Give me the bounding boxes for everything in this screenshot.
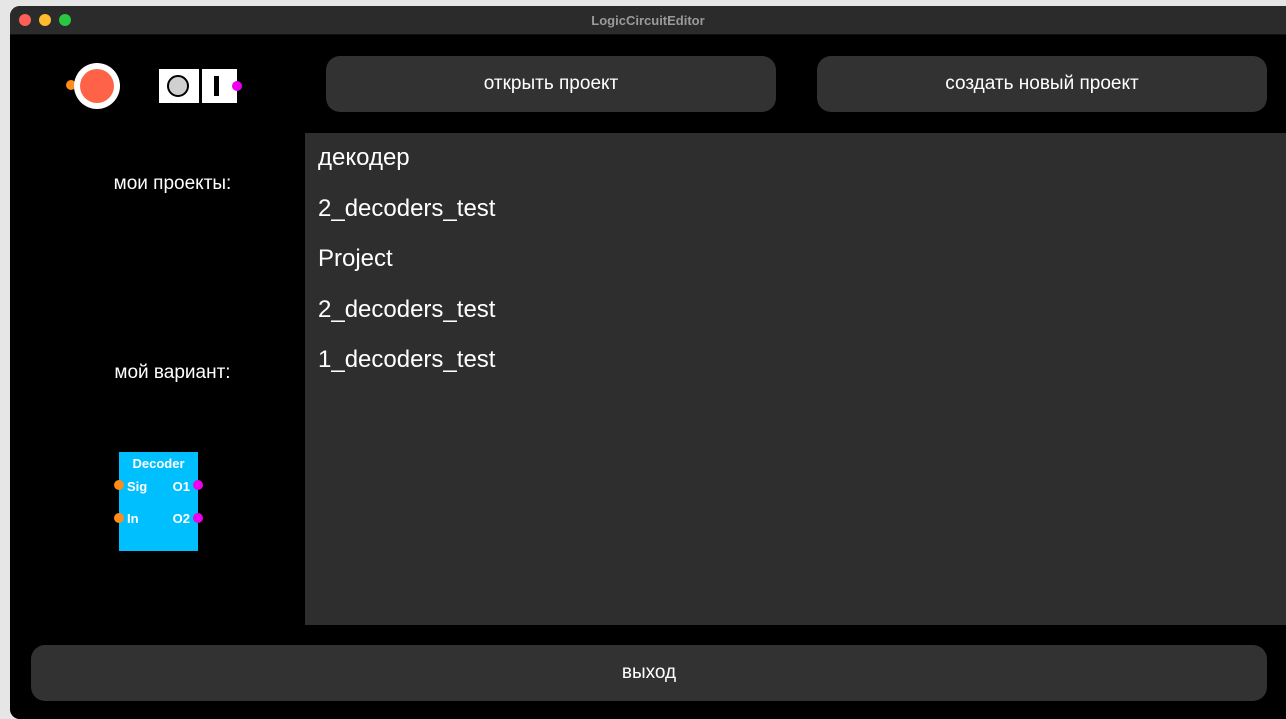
decoder-title: Decoder bbox=[132, 456, 185, 471]
project-list-item[interactable]: декодер bbox=[318, 144, 410, 172]
switch-logo-icon bbox=[159, 69, 245, 105]
input-pin-icon bbox=[114, 480, 124, 490]
my-projects-label: мои проекты: bbox=[113, 173, 232, 194]
output-pin-icon bbox=[232, 81, 242, 91]
my-variant-label: мой вариант: bbox=[114, 362, 231, 383]
project-list-item[interactable]: 2_decoders_test bbox=[318, 296, 495, 324]
switch-on-bar bbox=[214, 76, 219, 96]
decoder-input-in-label: In bbox=[127, 511, 139, 526]
lamp-logo-icon bbox=[66, 61, 126, 111]
switch-divider bbox=[199, 69, 202, 103]
main-content: открыть проект создать новый проект мои … bbox=[10, 35, 1286, 719]
app-window: LogicCircuitEditor открыть проект создат… bbox=[10, 6, 1286, 719]
decoder-input-sig-label: Sig bbox=[127, 479, 148, 494]
window-title: LogicCircuitEditor bbox=[591, 13, 705, 28]
projects-list[interactable]: декодер 2_decoders_test Project 2_decode… bbox=[305, 133, 1286, 625]
project-list-item[interactable]: 1_decoders_test bbox=[318, 346, 495, 374]
decoder-output-o2-label: O2 bbox=[172, 511, 190, 526]
new-project-button[interactable]: создать новый проект bbox=[817, 56, 1267, 112]
input-pin-icon bbox=[114, 513, 124, 523]
decoder-output-o1-label: O1 bbox=[172, 479, 190, 494]
decoder-component: Decoder Sig In O1 O2 bbox=[114, 452, 203, 551]
exit-button[interactable]: выход bbox=[31, 645, 1267, 701]
lamp-outer-ring bbox=[74, 63, 120, 109]
output-pin-icon bbox=[193, 480, 203, 490]
project-list-item[interactable]: Project bbox=[318, 245, 393, 273]
output-pin-icon bbox=[193, 513, 203, 523]
lamp-light bbox=[80, 69, 114, 103]
switch-off-circle bbox=[167, 75, 189, 97]
switch-body bbox=[159, 69, 237, 103]
open-project-button[interactable]: открыть проект bbox=[326, 56, 776, 112]
title-bar[interactable]: LogicCircuitEditor bbox=[10, 6, 1286, 35]
project-list-item[interactable]: 2_decoders_test bbox=[318, 195, 495, 223]
